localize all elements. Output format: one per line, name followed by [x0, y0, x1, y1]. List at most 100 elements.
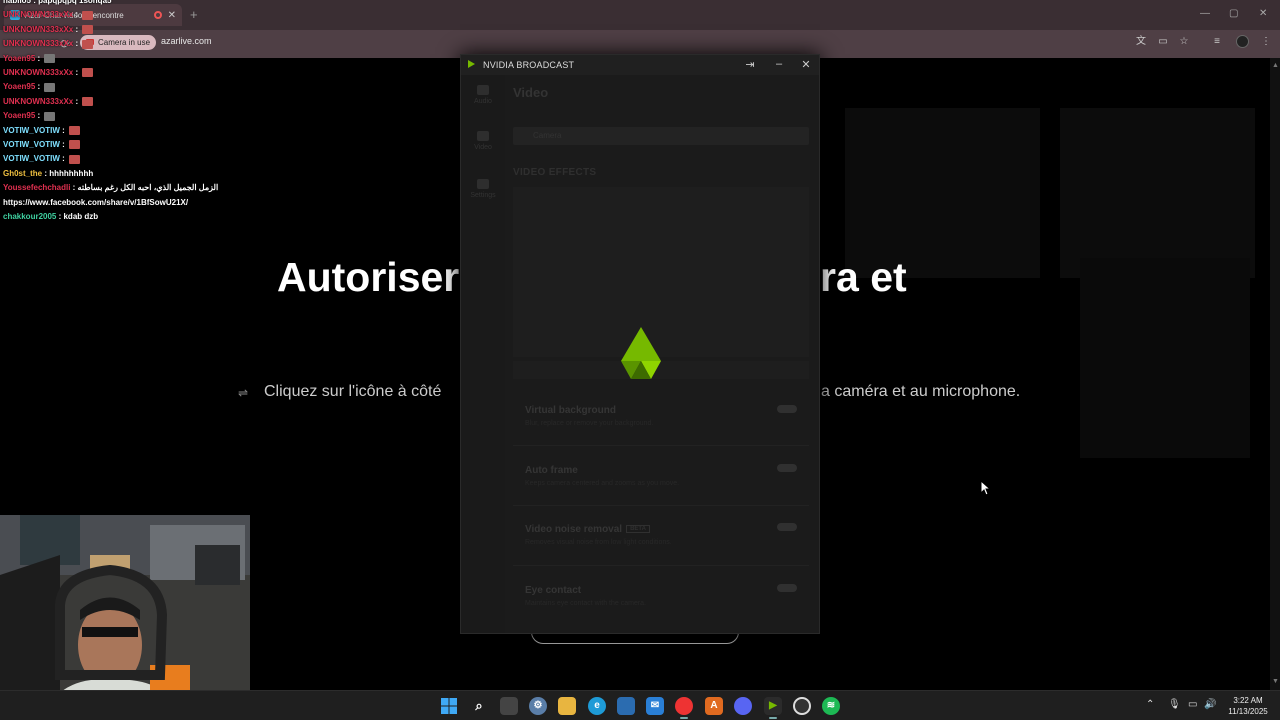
chat-username: Youssefechchadli: [3, 183, 71, 193]
permission-instruction-left: Cliquez sur l'icône à côté: [264, 383, 442, 400]
system-clock[interactable]: 3:22 AM 11/13/2025: [1222, 695, 1274, 717]
mail-icon[interactable]: ✉: [646, 697, 664, 715]
chat-message: Yoaen95 :: [3, 53, 56, 63]
effect-eye-contact: Eye contact Maintains eye contact with t…: [525, 585, 805, 607]
close-window-button[interactable]: ✕: [1259, 8, 1267, 19]
page-scrollbar[interactable]: [1270, 58, 1280, 690]
search-icon[interactable]: ⌕: [470, 697, 488, 715]
effect-virtual-background: Virtual background Blur, replace or remo…: [525, 405, 805, 427]
effect-name: Eye contact: [525, 585, 582, 596]
chat-username: Gh0st_the: [3, 168, 43, 178]
obs-icon[interactable]: [793, 697, 811, 715]
chat-emote-icon: [44, 53, 56, 63]
profile-avatar[interactable]: [1236, 35, 1249, 48]
tab-close-icon[interactable]: ✕: [168, 10, 176, 21]
chat-separator: :: [35, 111, 43, 121]
microphone-icon[interactable]: 🎙: [1168, 699, 1181, 710]
noise-removal-toggle[interactable]: [777, 523, 797, 531]
auto-frame-toggle[interactable]: [777, 464, 797, 472]
sidebar-item-audio[interactable]: Audio: [467, 85, 499, 105]
permission-instruction-right: a caméra et au microphone.: [821, 383, 1021, 400]
chat-separator: :: [35, 82, 43, 92]
media-control-icon[interactable]: ≡: [1211, 36, 1223, 48]
chat-username: UNKNOWN333xXx: [3, 24, 74, 34]
chat-username: VOTIW_VOTIW: [3, 125, 60, 135]
scroll-down-arrow-icon[interactable]: ▼: [1272, 678, 1279, 685]
app-a-icon[interactable]: A: [705, 697, 723, 715]
chat-emote-icon: [82, 39, 94, 49]
camera-source-select[interactable]: Camera: [513, 127, 809, 145]
divider: [513, 565, 809, 566]
windows-start-icon[interactable]: [440, 697, 458, 715]
chat-separator: :: [73, 96, 81, 106]
task-view-icon[interactable]: [500, 697, 518, 715]
chat-message: Yoaen95 :: [3, 111, 56, 121]
beta-badge: BETA: [626, 525, 650, 534]
spotify-icon[interactable]: ≋: [822, 697, 840, 715]
chat-username: VOTIW_VOTIW: [3, 154, 60, 164]
chrome-icon[interactable]: [675, 697, 693, 715]
new-tab-button[interactable]: +: [190, 7, 198, 22]
sidebar-item-label: Video: [474, 144, 492, 151]
chrome-active-indicator: [680, 717, 688, 719]
nvidia-title-bar[interactable]: NVIDIA BROADCAST ⇥ – ✕: [461, 55, 819, 75]
chat-separator: :: [73, 10, 81, 20]
chat-separator: :: [73, 39, 81, 49]
audio-icon: [477, 85, 489, 95]
divider: [513, 505, 809, 506]
nvidia-minimize-button[interactable]: –: [772, 58, 786, 70]
edge-browser-icon[interactable]: e: [588, 697, 606, 715]
video-effects-heading: VIDEO EFFECTS: [513, 167, 597, 178]
screen: Azar-Chat vidéo, Rencontre ✕ + — ▢ ✕ ⟳ C…: [0, 0, 1280, 720]
windows-taskbar: ⌕ ⚙ e ✉ A ▶ ≋ ⌃ 🎙 ▭ 🔊 3:22 AM 11/13/2025: [0, 690, 1280, 720]
chat-message: UNKNOWN333xXx :: [3, 96, 94, 107]
minimize-button[interactable]: —: [1200, 8, 1210, 19]
chat-message: chakkour2005 : kdab dzb: [3, 212, 98, 221]
chat-separator: :: [73, 24, 81, 34]
virtual-background-toggle[interactable]: [777, 405, 797, 413]
nvidia-window-title: NVIDIA BROADCAST: [483, 60, 575, 70]
url-field[interactable]: azarlive.com: [161, 36, 212, 46]
chat-username: VOTIW_VOTIW: [3, 140, 60, 149]
chat-message: https://www.facebook.com/share/v/1BfSowU…: [3, 198, 188, 207]
settings-gear-icon[interactable]: ⚙: [529, 697, 547, 715]
translate-icon[interactable]: 文: [1135, 36, 1147, 48]
cast-icon[interactable]: ▭: [1157, 36, 1169, 48]
gear-icon: [477, 179, 489, 189]
eye-contact-toggle[interactable]: [777, 584, 797, 592]
nvidia-sidebar: Audio Video Settings: [461, 75, 505, 633]
nvidia-active-indicator: [769, 717, 777, 719]
file-explorer-icon[interactable]: [558, 697, 576, 715]
sidebar-item-video[interactable]: Video: [467, 131, 499, 151]
scroll-up-arrow-icon[interactable]: ▲: [1272, 62, 1279, 69]
volume-icon[interactable]: 🔊: [1204, 699, 1216, 710]
effect-description: Keeps camera centered and zooms as you m…: [525, 480, 680, 487]
chat-message: UNKNOWN333xXx :: [3, 10, 94, 20]
browser-tab-bar: Azar-Chat vidéo, Rencontre ✕ + — ▢ ✕: [0, 0, 1280, 30]
sign-in-icon[interactable]: ⇥: [743, 58, 757, 71]
chat-message: Youssefechchadli : الزمل الجميل الذي، اح…: [3, 183, 218, 192]
discord-icon[interactable]: [734, 697, 752, 715]
chat-separator: :: [70, 183, 78, 193]
network-icon[interactable]: ▭: [1188, 699, 1197, 710]
sidebar-item-label: Audio: [474, 98, 492, 105]
tray-overflow-chevron-icon[interactable]: ⌃: [1146, 699, 1154, 710]
nvidia-broadcast-taskbar-icon[interactable]: ▶: [764, 697, 782, 715]
nvidia-page-heading: Video: [513, 85, 549, 100]
chat-text: https://www.facebook.com/share/v/1BfSowU…: [3, 197, 189, 207]
background-card: [845, 108, 1040, 278]
menu-kebab-icon[interactable]: ⋮: [1260, 36, 1272, 48]
nvidia-close-button[interactable]: ✕: [799, 58, 813, 71]
chat-message: VOTIW_VOTIW :: [3, 126, 80, 135]
chat-username: Yoaen95: [3, 82, 36, 92]
microsoft-store-icon[interactable]: [617, 697, 635, 715]
permission-headline-left: Autoriser: [277, 254, 460, 300]
chat-username: UNKNOWN333xXx: [3, 39, 74, 49]
sidebar-item-settings[interactable]: Settings: [467, 179, 499, 199]
maximize-button[interactable]: ▢: [1229, 8, 1238, 19]
nvidia-broadcast-window[interactable]: NVIDIA BROADCAST ⇥ – ✕ Audio Video Setti…: [460, 54, 820, 634]
bookmark-star-icon[interactable]: ☆: [1178, 36, 1190, 48]
clock-date: 11/13/2025: [1228, 707, 1268, 716]
recording-icon: [153, 11, 162, 19]
effect-name: Auto frame: [525, 465, 578, 476]
